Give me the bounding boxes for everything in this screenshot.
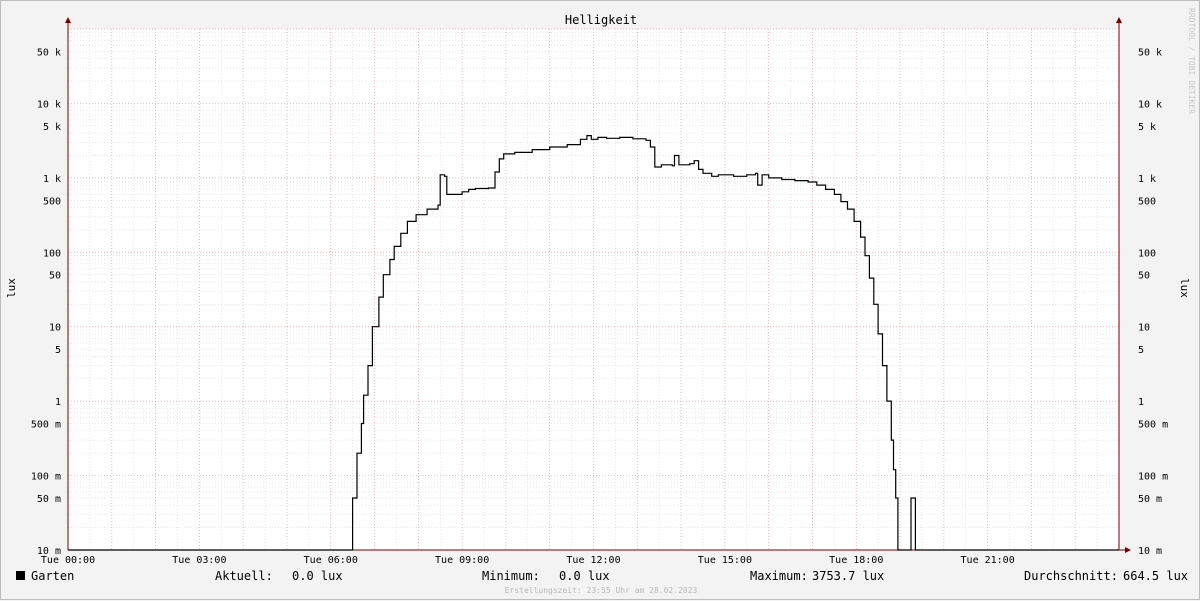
y-tick-label: 100 (43, 248, 61, 259)
y-tick-label: 500 (1138, 196, 1156, 207)
y-tick-label: 1 k (43, 174, 61, 185)
x-tick-label: Tue 12:00 (566, 555, 620, 566)
y-tick-label: 5 k (1138, 122, 1156, 133)
y-axis-arrow-right (1116, 17, 1122, 23)
x-tick-label: Tue 03:00 (172, 555, 226, 566)
y-tick-label: 50 m (37, 494, 61, 505)
legend-current-label: Aktuell: (215, 569, 273, 583)
x-tick-label: Tue 15:00 (698, 555, 752, 566)
y-tick-label: 50 k (37, 47, 61, 58)
y-tick-label: 50 (49, 271, 61, 282)
y-tick-label: 50 (1138, 271, 1150, 282)
x-tick-label: Tue 00:00 (41, 555, 95, 566)
legend-min-value: 0.0 lux (559, 569, 610, 583)
chart-title: Helligkeit (565, 13, 637, 27)
watermark: RRDTOOL / TOBI OETIKER (1187, 8, 1196, 114)
x-tick-labels: Tue 00:00 Tue 03:00 Tue 06:00 Tue 09:00 Tue … (41, 555, 1015, 566)
y-tick-label: 50 k (1138, 47, 1162, 58)
x-tick-label: Tue 21:00 (961, 555, 1015, 566)
y-tick-labels-right: 50 k 10 k 5 k 1 k 500 100 50 10 5 1 500 m 100 m 50 m… (1138, 47, 1168, 557)
x-axis-arrow (1125, 547, 1131, 553)
legend-max-value: 3753.7 lux (812, 569, 884, 583)
footer-timestamp: Erstellungszeit: 23:55 Uhr am 28.02.2023 (505, 586, 698, 595)
legend-min-label: Minimum: (482, 569, 540, 583)
y-tick-label: 10 k (37, 99, 61, 110)
legend-max-label: Maximum: (750, 569, 808, 583)
y-tick-label: 1 (1138, 397, 1144, 408)
y-tick-label: 5 (1138, 345, 1144, 356)
y-axis-label-left: lux (5, 278, 18, 298)
y-tick-label: 50 m (1138, 494, 1162, 505)
y-tick-labels-left: 50 k 10 k 5 k 1 k 500 100 50 10 5 1 500 m 100 m 50 m… (31, 47, 61, 557)
x-tick-label: Tue 06:00 (304, 555, 358, 566)
legend-current-value: 0.0 lux (292, 569, 343, 583)
y-tick-label: 10 (49, 323, 61, 334)
y-tick-label: 1 (55, 397, 61, 408)
x-tick-label: Tue 18:00 (829, 555, 883, 566)
x-tick-label: Tue 09:00 (435, 555, 489, 566)
y-tick-label: 10 k (1138, 99, 1162, 110)
y-tick-label: 500 m (1138, 420, 1168, 431)
y-tick-label: 500 m (31, 420, 61, 431)
y-axis-arrow-left (65, 17, 71, 23)
legend-avg-value: 664.5 lux (1123, 569, 1188, 583)
chart: 50 k 10 k 5 k 1 k 500 100 50 10 5 1 500 m 100 m 50 m… (5, 8, 1196, 595)
y-tick-label: 5 k (43, 122, 61, 133)
y-tick-label: 500 (43, 196, 61, 207)
y-tick-label: 100 m (31, 472, 61, 483)
y-tick-label: 100 (1138, 248, 1156, 259)
y-tick-label: 10 m (1138, 546, 1162, 557)
legend-swatch (16, 571, 25, 580)
legend-avg-label: Durchschnitt: (1024, 569, 1118, 583)
y-tick-label: 1 k (1138, 174, 1156, 185)
chart-frame: 50 k 10 k 5 k 1 k 500 100 50 10 5 1 500 m 100 m 50 m… (0, 0, 1200, 600)
y-axis-label-right: lux (1178, 278, 1191, 298)
legend-series-name: Garten (31, 569, 74, 583)
y-tick-label: 100 m (1138, 472, 1168, 483)
y-tick-label: 10 (1138, 323, 1150, 334)
y-tick-label: 5 (55, 345, 61, 356)
